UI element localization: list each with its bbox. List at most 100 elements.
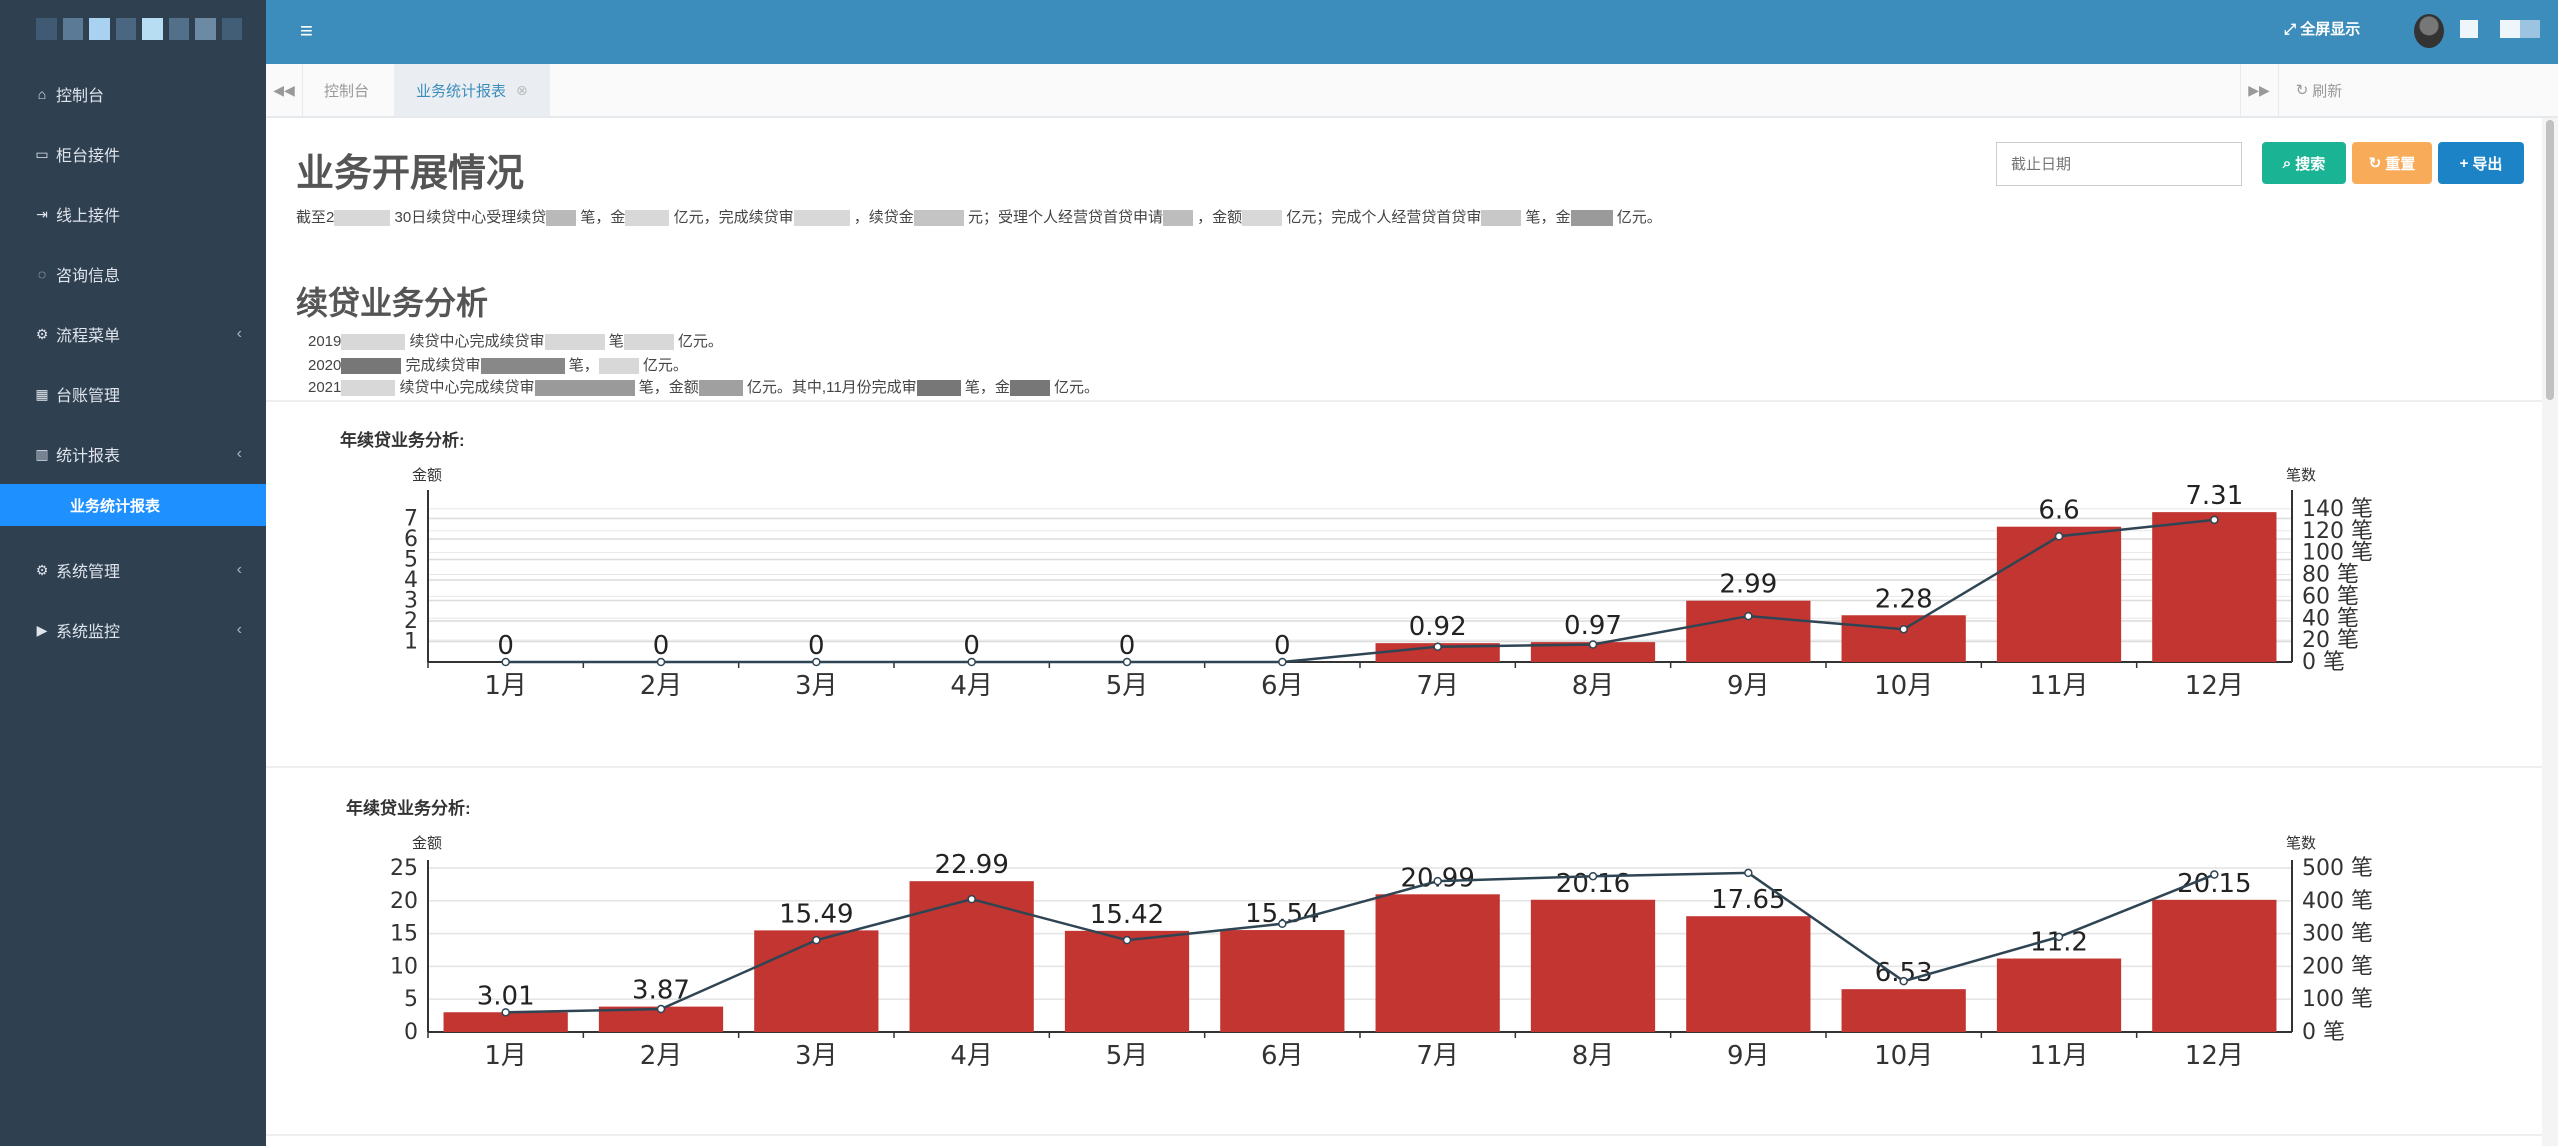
- bar: [1996, 958, 2122, 1032]
- line-point: [967, 657, 976, 667]
- calendar-icon: ▦: [35, 385, 49, 402]
- summary-text: 截至2 30日续贷中心受理续贷 笔，金 亿元，完成续贷审 ，续贷金 元；受理个人…: [296, 209, 1662, 227]
- line-point: [1433, 876, 1442, 886]
- line-point: [1744, 868, 1753, 878]
- chart-divider: [266, 766, 2542, 768]
- reset-button[interactable]: ↻ 重置: [2352, 142, 2432, 184]
- bar-value-label: 0: [1119, 631, 1136, 661]
- info-line-2021: 2021 续贷中心完成续贷审 笔，金额 亿元。其中,11月份完成审 笔，金 亿元…: [308, 379, 1100, 397]
- y-tick-label-right: 100 笔: [2302, 987, 2373, 1012]
- info-line-2020: 2020 完成续贷审 笔， 亿元。: [308, 357, 688, 375]
- search-label: 搜索: [2295, 155, 2326, 173]
- home-icon: ⌂: [37, 86, 47, 102]
- x-tick-label: 10月: [1874, 1041, 1933, 1071]
- sign-in-icon: ⇥: [36, 205, 48, 222]
- bar-value-label: 0.97: [1564, 611, 1622, 641]
- page-title: 业务开展情况: [296, 153, 525, 195]
- sidebar-item-label: 系统监控: [56, 624, 121, 641]
- chart-1: 12345670 笔20 笔40 笔60 笔80 笔100 笔120 笔140 …: [404, 481, 2373, 701]
- tab-label: 控制台: [324, 82, 370, 100]
- sidebar-item-consult[interactable]: ◌ 咨询信息: [0, 244, 266, 304]
- tabs-scroll-left-icon[interactable]: ◀◀: [266, 64, 303, 116]
- refresh-icon: ↻: [2295, 82, 2309, 99]
- line-point: [1588, 871, 1598, 881]
- y-tick-label-right: 0 笔: [2302, 1020, 2345, 1045]
- bar-value-label: 15.42: [1090, 900, 1164, 930]
- end-date-input[interactable]: [1996, 142, 2242, 186]
- chart-1-title: 年续贷业务分析:: [340, 431, 465, 450]
- x-tick-label: 11月: [2029, 1041, 2088, 1071]
- y-tick-label-left: 0: [404, 1020, 418, 1045]
- x-tick-label: 2月: [640, 671, 683, 701]
- bar-value-label: 0: [808, 631, 825, 661]
- sidebar-item-dashboard[interactable]: ⌂ 控制台: [0, 64, 266, 124]
- chart-2-title: 年续贷业务分析:: [346, 799, 471, 818]
- tabs-bar: ◀◀ 控制台 业务统计报表 ⊗ ▶▶ ↻ 刷新: [266, 64, 2558, 118]
- sidebar-item-ledger[interactable]: ▦ 台账管理: [0, 364, 266, 424]
- sidebar-item-label: 统计报表: [56, 448, 121, 465]
- fullscreen-button[interactable]: ⤢ 全屏显示: [2284, 18, 2360, 39]
- y-tick-label-left: 20: [390, 889, 418, 914]
- y-tick-label-left: 7: [404, 507, 418, 532]
- x-tick-label: 8月: [1572, 671, 1615, 701]
- chevron-left-icon: ‹: [236, 445, 242, 462]
- bar: [2152, 899, 2277, 1032]
- menu-toggle-icon[interactable]: ≡: [300, 18, 313, 44]
- line-point: [967, 894, 976, 904]
- line-point: [501, 657, 510, 667]
- tab-dashboard[interactable]: 控制台: [302, 64, 391, 116]
- bar: [1220, 930, 1345, 1032]
- search-button[interactable]: ⌕ 搜索: [2262, 142, 2346, 184]
- desktop-icon: ▭: [35, 145, 49, 162]
- info-line-2019: 2019 续贷中心完成续贷审 笔 亿元。: [308, 333, 723, 351]
- sidebar-item-online[interactable]: ⇥ 线上接件: [0, 184, 266, 244]
- scrollbar-thumb[interactable]: [2546, 120, 2554, 400]
- bar: [1686, 916, 1811, 1032]
- sidebar-item-counter[interactable]: ▭ 柜台接件: [0, 124, 266, 184]
- refresh-icon: ↻: [2368, 155, 2382, 172]
- bar-value-label: 0: [497, 631, 514, 661]
- sidebar-item-monitor[interactable]: ▶ 系统监控 ‹: [0, 600, 266, 660]
- bar-value-label: 6.6: [2038, 496, 2079, 526]
- sidebar-item-label: 柜台接件: [56, 148, 121, 165]
- x-tick-label: 3月: [795, 671, 838, 701]
- sidebar-item-label: 控制台: [56, 88, 105, 105]
- refresh-button[interactable]: ↻ 刷新: [2278, 64, 2359, 116]
- user-menu-icon[interactable]: [2460, 20, 2478, 38]
- plus-icon: +: [2459, 154, 2469, 172]
- y-tick-label-right: 500 笔: [2302, 856, 2373, 881]
- avatar[interactable]: [2414, 14, 2444, 48]
- logo: [0, 0, 266, 64]
- x-tick-label: 3月: [795, 1041, 838, 1071]
- sidebar-item-label: 业务统计报表: [70, 497, 161, 515]
- x-tick-label: 1月: [484, 1041, 527, 1071]
- bar: [1841, 989, 1966, 1032]
- x-tick-label: 5月: [1106, 671, 1149, 701]
- cogs-icon: ⚙: [35, 325, 49, 342]
- sidebar-item-label: 咨询信息: [56, 268, 121, 285]
- tabs-scroll-right-icon[interactable]: ▶▶: [2240, 64, 2277, 116]
- sidebar-item-system[interactable]: ⚙ 系统管理 ‹: [0, 540, 266, 600]
- y-tick-label-left: 10: [390, 954, 418, 979]
- close-icon[interactable]: ⊗: [516, 82, 528, 99]
- tab-business-report[interactable]: 业务统计报表 ⊗: [394, 64, 550, 116]
- x-tick-label: 11月: [2029, 671, 2088, 701]
- export-button[interactable]: + 导出: [2438, 142, 2524, 184]
- bar: [2152, 512, 2277, 662]
- y-tick-label-right: 200 笔: [2302, 954, 2373, 979]
- line-point: [1278, 919, 1287, 929]
- x-tick-label: 9月: [1727, 671, 1770, 701]
- y-tick-label-right: 100 笔: [2302, 541, 2373, 566]
- sidebar-item-process[interactable]: ⚙ 流程菜单 ‹: [0, 304, 266, 364]
- sidebar-item-label: 线上接件: [56, 208, 121, 225]
- line-point: [1433, 642, 1442, 651]
- sidebar-item-reports[interactable]: ▥ 统计报表 ‹: [0, 424, 266, 484]
- bar: [1841, 615, 1966, 662]
- fullscreen-label: 全屏显示: [2300, 21, 2361, 38]
- line-point: [812, 935, 821, 945]
- y-tick-label-left: 25: [390, 856, 418, 881]
- settings-icon[interactable]: [2500, 20, 2540, 38]
- line-point: [1588, 640, 1598, 649]
- gear-icon: ⚙: [35, 561, 49, 578]
- sidebar-subitem-business-report[interactable]: 业务统计报表: [0, 484, 266, 526]
